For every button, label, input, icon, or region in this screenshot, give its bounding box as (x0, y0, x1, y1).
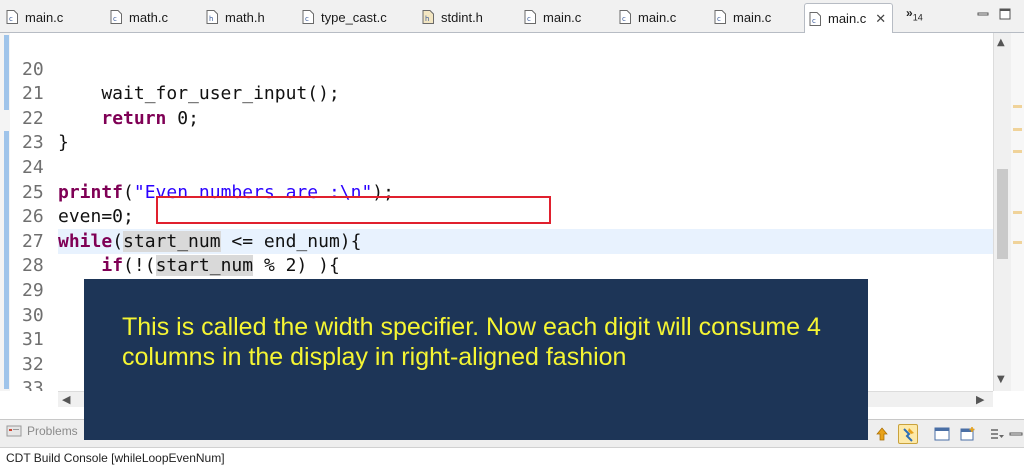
up-arrow-button[interactable] (872, 424, 892, 444)
overflow-chevron-icon: » (906, 6, 913, 20)
problems-tab-label: Problems (27, 424, 78, 438)
console-panel: CDT Build Console [whileLoopEvenNum] (0, 447, 1024, 469)
problems-icon (6, 425, 22, 437)
close-tab-icon[interactable]: ✕ (875, 11, 886, 27)
svg-text:c: c (527, 15, 531, 23)
tab-label: math.c (129, 9, 169, 25)
scroll-up-icon[interactable]: ▲ (997, 37, 1005, 48)
svg-text:h: h (209, 15, 213, 23)
c-file-icon: c (302, 10, 314, 24)
scroll-left-icon[interactable]: ◀ (62, 393, 70, 406)
occurrence-marker[interactable] (1013, 150, 1022, 153)
new-console-button[interactable] (958, 424, 978, 444)
tab-math-h[interactable]: h math.h (206, 5, 265, 29)
minimize-icon[interactable] (977, 8, 989, 20)
overflow-count: 14 (912, 12, 923, 23)
tab-label: stdint.h (441, 9, 483, 25)
scroll-right-icon[interactable]: ▶ (976, 393, 984, 406)
tab-problems[interactable]: Problems (6, 424, 78, 438)
vertical-scrollbar[interactable]: ▲ ▼ (993, 33, 1011, 391)
tab-main-c-4[interactable]: c main.c (714, 5, 771, 29)
tab-main-c-1[interactable]: c main.c (6, 5, 63, 29)
up-arrow-icon (876, 427, 888, 441)
display-console-button[interactable] (932, 424, 952, 444)
svg-text:c: c (622, 15, 626, 23)
tab-math-c[interactable]: c math.c (110, 5, 168, 29)
c-file-icon: c (524, 10, 536, 24)
console-title: CDT Build Console [whileLoopEvenNum] (6, 451, 225, 465)
tab-label: main.c (828, 11, 867, 26)
code-line: 29 even++; (0, 254, 1011, 326)
tab-label: main.c (638, 9, 677, 25)
maximize-icon[interactable] (999, 8, 1011, 20)
code-line: 21 return 0; (0, 58, 1011, 129)
tab-type-cast-c[interactable]: c type_cast.c (302, 5, 387, 29)
svg-text:c: c (717, 15, 721, 23)
tab-label: main.c (543, 9, 582, 25)
highlight-box (156, 196, 551, 224)
tab-label: type_cast.c (321, 9, 387, 25)
console-icon (934, 427, 950, 441)
c-file-icon: c (110, 10, 122, 24)
tab-main-c-3[interactable]: c main.c (619, 5, 676, 29)
pin-console-button[interactable] (898, 424, 918, 444)
c-file-icon: c (714, 10, 726, 24)
caption-overlay: This is called the width specifier. Now … (84, 279, 868, 440)
minimize-icon (1009, 432, 1023, 436)
code-line: 25 even=0; (0, 156, 1011, 228)
tab-main-c-active[interactable]: c main.c ✕ (804, 3, 894, 33)
code-line: 23 (0, 107, 1011, 153)
tab-label: math.h (225, 9, 265, 25)
occurrence-marker[interactable] (1013, 105, 1022, 108)
occurrence-marker[interactable] (1013, 241, 1022, 244)
tab-label: main.c (25, 9, 64, 25)
new-console-icon (960, 427, 975, 441)
code-line: 20 wait_for_user_input(); (0, 33, 1011, 105)
editor-tab-bar: c main.c c math.c h math.h c type_cast.c… (0, 0, 1024, 33)
h-file-icon: h (422, 10, 434, 24)
h-file-icon: h (206, 10, 218, 24)
svg-text:c: c (113, 15, 117, 23)
tab-main-c-2[interactable]: c main.c (524, 5, 581, 29)
svg-text:c: c (9, 15, 13, 23)
svg-text:c: c (305, 15, 309, 23)
pin-icon (903, 428, 914, 442)
svg-text:h: h (425, 15, 429, 23)
scroll-down-icon[interactable]: ▼ (997, 374, 1005, 385)
c-file-icon: c (619, 10, 631, 24)
caption-text: This is called the width specifier. Now … (122, 313, 821, 371)
occurrence-marker[interactable] (1013, 128, 1022, 131)
code-line-current: 28 printf("%4d\t",start_num); (0, 230, 1011, 301)
code-line: 22 } (0, 82, 1011, 154)
tab-overflow-button[interactable]: »14 (906, 6, 923, 22)
occurrence-marker[interactable] (1013, 211, 1022, 214)
code-line: 24 printf("Even numbers are :\n"); (0, 131, 1011, 203)
view-menu-button[interactable] (986, 424, 1006, 444)
view-menu-icon (991, 429, 1004, 439)
scrollbar-thumb[interactable] (997, 169, 1008, 259)
overview-ruler (1011, 33, 1024, 391)
c-file-icon: c (809, 11, 821, 26)
minimize-view-button[interactable] (1006, 424, 1024, 444)
tab-stdint-h[interactable]: h stdint.h (422, 5, 483, 29)
c-file-icon: c (6, 10, 18, 24)
tab-label: main.c (733, 9, 772, 25)
svg-text:c: c (812, 17, 816, 25)
